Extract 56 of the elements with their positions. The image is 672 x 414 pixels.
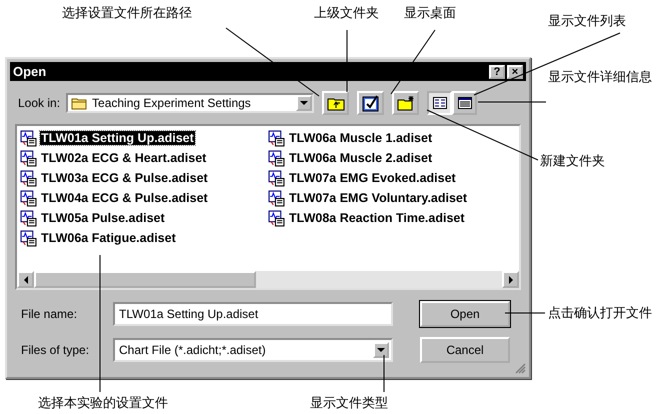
cancel-button[interactable]: Cancel [420,337,510,363]
chart-file-icon [268,130,285,146]
callout-label: 显示文件详细信息 [548,69,652,86]
folder-icon [71,96,88,110]
desktop-button[interactable] [357,91,384,115]
new-folder-icon [396,95,415,111]
leader-line [504,312,546,314]
open-button[interactable]: Open [420,301,510,327]
look-in-dropdown[interactable]: Teaching Experiment Settings [66,93,314,113]
chart-file-icon [268,190,285,206]
file-item[interactable]: TLW01a Setting Up.adiset [40,131,195,145]
file-item[interactable]: TLW07a EMG Evoked.adiset [288,171,457,185]
close-button[interactable]: × [507,64,523,78]
file-item[interactable]: TLW04a ECG & Pulse.adiset [40,191,209,205]
chart-file-icon [268,210,285,226]
file-name-label: File name: [21,307,78,321]
desktop-icon [362,94,380,112]
window-title: Open [13,64,46,79]
scroll-thumb[interactable] [34,271,256,288]
chart-file-icon [20,210,37,226]
file-type-label: Files of type: [21,343,90,357]
chart-file-icon [268,150,285,166]
list-view-button[interactable] [427,91,452,115]
file-item[interactable]: TLW08a Reaction Time.adiset [288,211,466,225]
file-type-dropdown[interactable]: Chart File (*.adicht;*.adiset) [113,338,393,362]
resize-grip-icon[interactable] [514,362,526,374]
callout-label: 选择设置文件所在路径 [62,5,192,22]
file-item[interactable]: TLW05a Pulse.adiset [40,211,166,225]
callout-label: 选择本实验的设置文件 [38,395,168,412]
look-in-label: Look in: [18,96,60,110]
help-button[interactable]: ? [489,64,505,78]
file-item[interactable]: TLW03a ECG & Pulse.adiset [40,171,209,185]
chart-file-icon [268,170,285,186]
new-folder-button[interactable] [392,91,420,115]
file-item[interactable]: TLW06a Fatigue.adiset [40,231,177,245]
chart-file-icon [20,230,37,246]
horizontal-scrollbar[interactable] [17,271,519,288]
chart-file-icon [20,170,37,186]
callout-label: 显示桌面 [404,5,456,22]
up-folder-button[interactable] [322,91,350,115]
details-view-icon [458,97,472,109]
list-view-icon [432,97,447,109]
details-view-button[interactable] [452,91,478,115]
callout-label: 点击确认打开文件 [548,305,652,322]
callout-label: 显示文件列表 [548,13,626,30]
file-item[interactable]: TLW02a ECG & Heart.adiset [40,151,208,165]
callout-label: 上级文件夹 [314,5,379,22]
callout-label: 显示文件类型 [310,395,388,412]
chart-file-icon [20,190,37,206]
file-item[interactable]: TLW06a Muscle 2.adiset [288,151,434,165]
file-name-field[interactable]: TLW01a Setting Up.adiset [113,302,393,326]
chart-file-icon [20,150,37,166]
file-item[interactable]: TLW06a Muscle 1.adiset [288,131,434,145]
file-item[interactable]: TLW07a EMG Voluntary.adiset [288,191,468,205]
callout-label: 新建文件夹 [540,153,605,170]
chart-file-icon [20,130,37,146]
